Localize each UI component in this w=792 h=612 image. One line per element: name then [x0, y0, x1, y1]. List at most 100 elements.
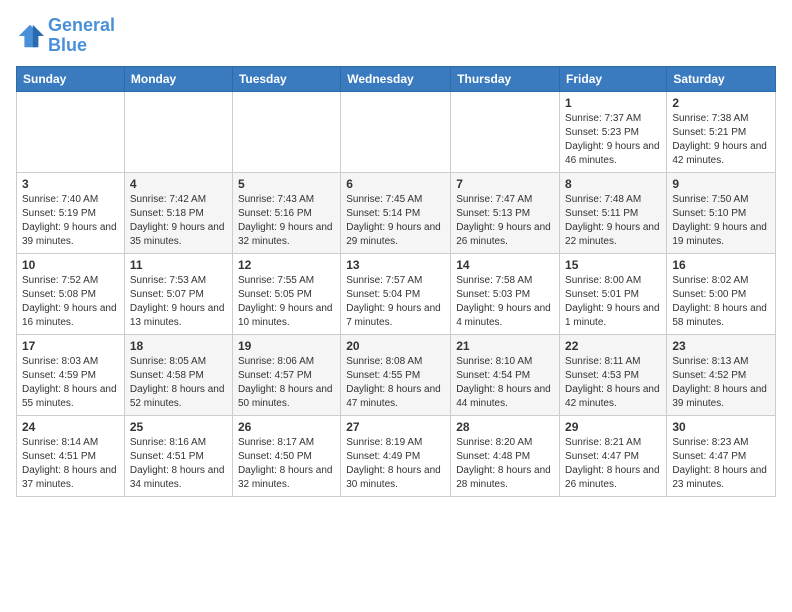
calendar-cell: 27 Sunrise: 8:19 AM Sunset: 4:49 PM Dayli… — [341, 415, 451, 496]
day-number: 3 — [22, 177, 119, 191]
day-info: Sunrise: 8:05 AM Sunset: 4:58 PM Dayligh… — [130, 355, 227, 411]
day-number: 13 — [346, 258, 445, 272]
weekday-header-wednesday: Wednesday — [341, 66, 451, 91]
day-number: 24 — [22, 420, 119, 434]
day-number: 26 — [238, 420, 335, 434]
calendar-cell: 19Sunrise: 8:06 AM Sunset: 4:57 PM Dayli… — [232, 334, 340, 415]
day-info: Sunrise: 7:38 AM Sunset: 5:21 PM Dayligh… — [672, 112, 770, 168]
calendar-cell: 25Sunrise: 8:16 AM Sunset: 4:51 PM Dayli… — [124, 415, 232, 496]
weekday-header-tuesday: Tuesday — [232, 66, 340, 91]
calendar-cell: 22 Sunrise: 8:11 AM Sunset: 4:53 PM Dayli… — [560, 334, 667, 415]
day-number: 6 — [346, 177, 445, 191]
calendar-cell: 29 Sunrise: 8:21 AM Sunset: 4:47 PM Dayli… — [560, 415, 667, 496]
calendar-cell: 14 Sunrise: 7:58 AM Sunset: 5:03 PM Dayli… — [451, 253, 560, 334]
calendar-cell: 28 Sunrise: 8:20 AM Sunset: 4:48 PM Dayli… — [451, 415, 560, 496]
calendar-cell — [451, 91, 560, 172]
day-number: 18 — [130, 339, 227, 353]
page-container: General Blue SundayMondayTuesdayWednesda… — [0, 0, 792, 507]
day-info: Sunrise: 8:20 AM Sunset: 4:48 PM Dayligh… — [456, 436, 554, 492]
day-info: Sunrise: 7:45 AM Sunset: 5:14 PM Dayligh… — [346, 193, 445, 249]
day-info: Sunrise: 8:13 AM Sunset: 4:52 PM Dayligh… — [672, 355, 770, 411]
day-info: Sunrise: 7:52 AM Sunset: 5:08 PM Dayligh… — [22, 274, 119, 330]
page-header: General Blue — [16, 16, 776, 56]
day-info: Sunrise: 8:11 AM Sunset: 4:53 PM Dayligh… — [565, 355, 661, 411]
weekday-header-thursday: Thursday — [451, 66, 560, 91]
day-number: 21 — [456, 339, 554, 353]
calendar-week-row: 3 Sunrise: 7:40 AM Sunset: 5:19 PM Daylig… — [17, 172, 776, 253]
weekday-header-saturday: Saturday — [667, 66, 776, 91]
day-info: Sunrise: 8:14 AM Sunset: 4:51 PM Dayligh… — [22, 436, 119, 492]
day-info: Sunrise: 8:08 AM Sunset: 4:55 PM Dayligh… — [346, 355, 445, 411]
calendar-cell: 5 Sunrise: 7:43 AM Sunset: 5:16 PM Daylig… — [232, 172, 340, 253]
day-info: Sunrise: 7:48 AM Sunset: 5:11 PM Dayligh… — [565, 193, 661, 249]
day-number: 12 — [238, 258, 335, 272]
day-number: 8 — [565, 177, 661, 191]
day-number: 9 — [672, 177, 770, 191]
day-number: 7 — [456, 177, 554, 191]
day-info: Sunrise: 7:43 AM Sunset: 5:16 PM Dayligh… — [238, 193, 335, 249]
day-info: Sunrise: 7:50 AM Sunset: 5:10 PM Dayligh… — [672, 193, 770, 249]
day-number: 29 — [565, 420, 661, 434]
day-info: Sunrise: 8:00 AM Sunset: 5:01 PM Dayligh… — [565, 274, 661, 330]
day-info: Sunrise: 8:19 AM Sunset: 4:49 PM Dayligh… — [346, 436, 445, 492]
logo: General Blue — [16, 16, 115, 56]
calendar-cell: 16 Sunrise: 8:02 AM Sunset: 5:00 PM Dayli… — [667, 253, 776, 334]
day-info: Sunrise: 8:10 AM Sunset: 4:54 PM Dayligh… — [456, 355, 554, 411]
calendar-cell: 6 Sunrise: 7:45 AM Sunset: 5:14 PM Daylig… — [341, 172, 451, 253]
calendar-cell: 15 Sunrise: 8:00 AM Sunset: 5:01 PM Dayli… — [560, 253, 667, 334]
calendar-cell — [232, 91, 340, 172]
day-number: 1 — [565, 96, 661, 110]
day-number: 10 — [22, 258, 119, 272]
calendar-cell: 9 Sunrise: 7:50 AM Sunset: 5:10 PM Daylig… — [667, 172, 776, 253]
calendar-cell — [341, 91, 451, 172]
day-number: 30 — [672, 420, 770, 434]
calendar-week-row: 10 Sunrise: 7:52 AM Sunset: 5:08 PM Dayli… — [17, 253, 776, 334]
day-number: 25 — [130, 420, 227, 434]
day-info: Sunrise: 7:47 AM Sunset: 5:13 PM Dayligh… — [456, 193, 554, 249]
day-number: 5 — [238, 177, 335, 191]
day-number: 28 — [456, 420, 554, 434]
calendar-cell: 21 Sunrise: 8:10 AM Sunset: 4:54 PM Dayli… — [451, 334, 560, 415]
calendar-cell: 7 Sunrise: 7:47 AM Sunset: 5:13 PM Daylig… — [451, 172, 560, 253]
day-info: Sunrise: 8:17 AM Sunset: 4:50 PM Dayligh… — [238, 436, 335, 492]
logo-icon — [16, 22, 44, 50]
day-number: 16 — [672, 258, 770, 272]
calendar-cell: 30 Sunrise: 8:23 AM Sunset: 4:47 PM Dayli… — [667, 415, 776, 496]
calendar-cell: 23Sunrise: 8:13 AM Sunset: 4:52 PM Dayli… — [667, 334, 776, 415]
day-info: Sunrise: 7:55 AM Sunset: 5:05 PM Dayligh… — [238, 274, 335, 330]
calendar-cell: 18 Sunrise: 8:05 AM Sunset: 4:58 PM Dayli… — [124, 334, 232, 415]
day-info: Sunrise: 8:02 AM Sunset: 5:00 PM Dayligh… — [672, 274, 770, 330]
calendar-cell — [17, 91, 125, 172]
calendar-cell: 11Sunrise: 7:53 AM Sunset: 5:07 PM Dayli… — [124, 253, 232, 334]
calendar-cell: 12 Sunrise: 7:55 AM Sunset: 5:05 PM Dayli… — [232, 253, 340, 334]
calendar-cell: 8 Sunrise: 7:48 AM Sunset: 5:11 PM Daylig… — [560, 172, 667, 253]
calendar-table: SundayMondayTuesdayWednesdayThursdayFrid… — [16, 66, 776, 497]
day-info: Sunrise: 7:42 AM Sunset: 5:18 PM Dayligh… — [130, 193, 227, 249]
day-number: 15 — [565, 258, 661, 272]
calendar-cell: 26 Sunrise: 8:17 AM Sunset: 4:50 PM Dayli… — [232, 415, 340, 496]
day-info: Sunrise: 8:03 AM Sunset: 4:59 PM Dayligh… — [22, 355, 119, 411]
calendar-cell: 17 Sunrise: 8:03 AM Sunset: 4:59 PM Dayli… — [17, 334, 125, 415]
day-number: 2 — [672, 96, 770, 110]
day-number: 19 — [238, 339, 335, 353]
calendar-week-row: 1Sunrise: 7:37 AM Sunset: 5:23 PM Daylig… — [17, 91, 776, 172]
calendar-week-row: 17 Sunrise: 8:03 AM Sunset: 4:59 PM Dayli… — [17, 334, 776, 415]
logo-text: General Blue — [48, 16, 115, 56]
weekday-header-row: SundayMondayTuesdayWednesdayThursdayFrid… — [17, 66, 776, 91]
day-info: Sunrise: 7:57 AM Sunset: 5:04 PM Dayligh… — [346, 274, 445, 330]
day-number: 4 — [130, 177, 227, 191]
day-number: 14 — [456, 258, 554, 272]
day-number: 22 — [565, 339, 661, 353]
day-info: Sunrise: 7:58 AM Sunset: 5:03 PM Dayligh… — [456, 274, 554, 330]
day-info: Sunrise: 7:53 AM Sunset: 5:07 PM Dayligh… — [130, 274, 227, 330]
day-info: Sunrise: 8:23 AM Sunset: 4:47 PM Dayligh… — [672, 436, 770, 492]
day-number: 20 — [346, 339, 445, 353]
weekday-header-sunday: Sunday — [17, 66, 125, 91]
calendar-cell: 1Sunrise: 7:37 AM Sunset: 5:23 PM Daylig… — [560, 91, 667, 172]
day-info: Sunrise: 8:21 AM Sunset: 4:47 PM Dayligh… — [565, 436, 661, 492]
day-number: 27 — [346, 420, 445, 434]
calendar-cell: 13 Sunrise: 7:57 AM Sunset: 5:04 PM Dayli… — [341, 253, 451, 334]
day-number: 17 — [22, 339, 119, 353]
calendar-cell: 2 Sunrise: 7:38 AM Sunset: 5:21 PM Daylig… — [667, 91, 776, 172]
day-info: Sunrise: 7:40 AM Sunset: 5:19 PM Dayligh… — [22, 193, 119, 249]
